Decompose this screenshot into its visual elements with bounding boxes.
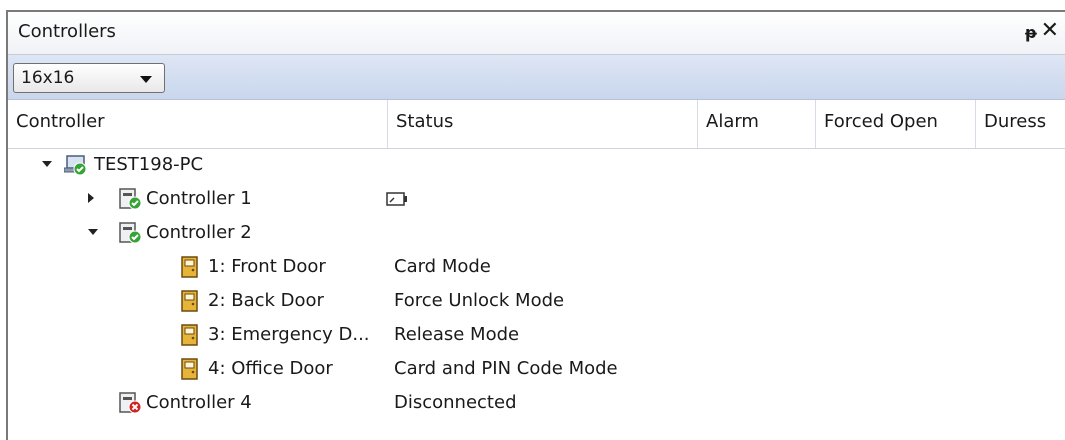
expand-toggle-icon[interactable] [88, 193, 94, 203]
tree-row-label: Controller 2 [146, 222, 252, 243]
expand-toggle-icon[interactable] [42, 161, 52, 167]
tree-row-label: Controller 1 [146, 188, 252, 209]
tree-row-status: Card and PIN Code Mode [394, 358, 618, 379]
tree-row-label: TEST198-PC [94, 154, 204, 175]
tree-row-controller-4[interactable]: Controller 4 Disconnected [8, 387, 1065, 421]
controller-connected-icon [119, 222, 142, 244]
tree-row-test198-pc[interactable]: TEST198-PC [8, 149, 1065, 183]
tree-row-door[interactable]: 1: Front Door Card Mode [8, 251, 1065, 285]
tree-row-status: Card Mode [394, 256, 491, 277]
column-header-alarm[interactable]: Alarm [698, 100, 816, 148]
column-header-controller[interactable]: Controller [8, 100, 388, 148]
panel-title: Controllers [18, 21, 116, 42]
tree-row-door[interactable]: 2: Back Door Force Unlock Mode [8, 285, 1065, 319]
battery-icon [386, 192, 407, 206]
tree-row-controller-2[interactable]: Controller 2 [8, 217, 1065, 251]
tree-row-label: 3: Emergency D... [208, 324, 370, 345]
column-header: Controller Status Alarm Forced Open Dure… [8, 100, 1065, 149]
chevron-down-icon [140, 76, 152, 83]
door-icon [181, 358, 198, 380]
controller-tree: TEST198-PC Controller 1 Controller 2 1: … [8, 149, 1065, 440]
column-header-duress[interactable]: Duress [976, 100, 1065, 148]
tree-row-door[interactable]: 3: Emergency D... Release Mode [8, 319, 1065, 353]
pin-icon[interactable]: ᵽ [1025, 23, 1037, 42]
controller-connected-icon [119, 188, 142, 210]
tree-row-status: Force Unlock Mode [394, 290, 565, 311]
column-header-status[interactable]: Status [388, 100, 698, 148]
tree-row-label: 1: Front Door [208, 256, 326, 277]
tree-row-label: 4: Office Door [208, 358, 333, 379]
close-icon[interactable]: ✕ [1041, 18, 1059, 43]
icon-size-dropdown[interactable]: 16x16 [13, 63, 165, 93]
tree-row-status: Release Mode [394, 324, 520, 345]
panel-titlebar: Controllers ᵽ ✕ [8, 12, 1065, 55]
icon-size-value: 16x16 [21, 68, 75, 88]
expand-toggle-icon[interactable] [88, 229, 98, 235]
toolbar: 16x16 [8, 55, 1065, 100]
tree-row-status: Disconnected [394, 392, 517, 413]
tree-row-door[interactable]: 4: Office Door Card and PIN Code Mode [8, 353, 1065, 387]
column-header-forced-open[interactable]: Forced Open [816, 100, 976, 148]
door-icon [181, 256, 198, 278]
controller-disconnected-icon [119, 392, 142, 414]
tree-row-label: 2: Back Door [208, 290, 324, 311]
tree-row-label: Controller 4 [146, 392, 252, 413]
controllers-panel: Controllers ᵽ ✕ 16x16 Controller Status … [6, 10, 1065, 440]
door-icon [181, 324, 198, 346]
tree-row-controller-1[interactable]: Controller 1 [8, 183, 1065, 217]
door-icon [181, 290, 198, 312]
pc-connected-icon [64, 155, 87, 176]
